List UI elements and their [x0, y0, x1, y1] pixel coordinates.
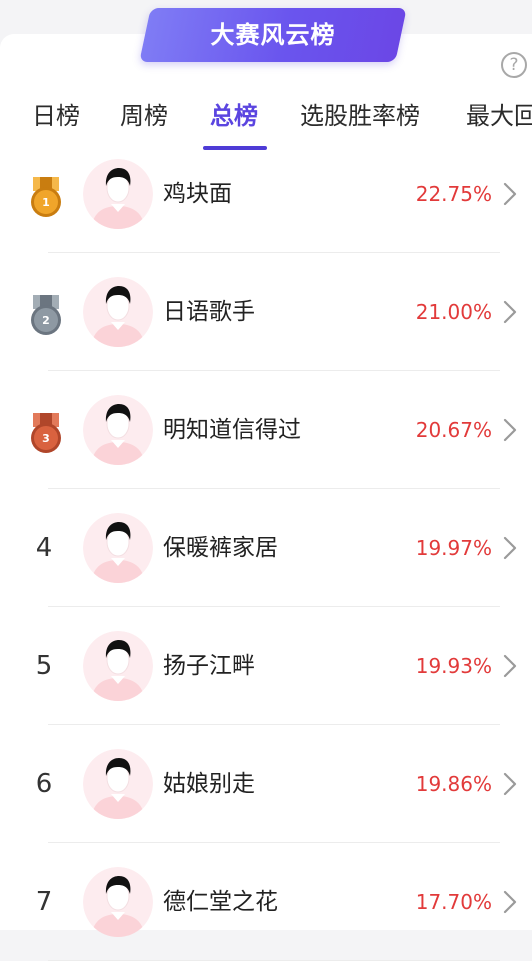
bronze-medal-icon: 3: [28, 411, 64, 455]
return-percentage: 19.93%: [415, 654, 492, 678]
avatar[interactable]: [83, 867, 153, 937]
avatar[interactable]: [83, 513, 153, 583]
tab-max-drawdown[interactable]: 最大回: [466, 96, 532, 142]
chevron-right-icon[interactable]: [503, 654, 517, 678]
active-tab-indicator: [203, 146, 267, 150]
svg-text:2: 2: [42, 314, 50, 327]
player-name: 德仁堂之花: [163, 889, 278, 915]
tab-daily[interactable]: 日榜: [32, 96, 80, 142]
rank-number: 6: [35, 769, 53, 799]
chevron-right-icon[interactable]: [503, 890, 517, 914]
player-name: 姑娘别走: [163, 771, 255, 797]
tab-overall[interactable]: 总榜: [210, 96, 258, 142]
return-percentage: 17.70%: [415, 890, 492, 914]
tab-weekly[interactable]: 周榜: [120, 96, 168, 142]
avatar[interactable]: [83, 395, 153, 465]
chevron-right-icon[interactable]: [503, 300, 517, 324]
return-percentage: 19.97%: [415, 536, 492, 560]
help-icon[interactable]: ?: [501, 52, 527, 78]
return-percentage: 19.86%: [415, 772, 492, 796]
return-percentage: 21.00%: [415, 300, 492, 324]
ranking-row[interactable]: 5 扬子江畔 19.93%: [0, 607, 532, 725]
chevron-right-icon[interactable]: [503, 772, 517, 796]
svg-text:3: 3: [42, 432, 50, 445]
player-name: 日语歌手: [163, 299, 255, 325]
rank-number: 5: [35, 651, 53, 681]
player-name: 扬子江畔: [163, 653, 255, 679]
ranking-row[interactable]: 2 日语歌手 21.00%: [0, 253, 532, 371]
banner-title: 大赛风云榜: [210, 21, 336, 49]
chevron-right-icon[interactable]: [503, 182, 517, 206]
return-percentage: 20.67%: [415, 418, 492, 442]
silver-medal-icon: 2: [28, 293, 64, 337]
ranking-row[interactable]: 6 姑娘别走 19.86%: [0, 725, 532, 843]
player-name: 明知道信得过: [163, 417, 301, 443]
ranking-row[interactable]: 3 明知道信得过 20.67%: [0, 371, 532, 489]
ranking-tabs: 日榜 周榜 总榜 选股胜率榜 最大回: [0, 96, 532, 154]
ranking-row[interactable]: 7 德仁堂之花 17.70%: [0, 843, 532, 961]
chevron-right-icon[interactable]: [503, 418, 517, 442]
rank-number: 7: [35, 887, 53, 917]
chevron-right-icon[interactable]: [503, 536, 517, 560]
player-name: 保暖裤家居: [163, 535, 278, 561]
ranking-row[interactable]: 4 保暖裤家居 19.97%: [0, 489, 532, 607]
gold-medal-icon: 1: [28, 175, 64, 219]
avatar[interactable]: [83, 159, 153, 229]
avatar[interactable]: [83, 277, 153, 347]
avatar[interactable]: [83, 749, 153, 819]
rank-number: 4: [35, 533, 53, 563]
avatar[interactable]: [83, 631, 153, 701]
svg-text:1: 1: [42, 196, 50, 209]
tab-win-rate[interactable]: 选股胜率榜: [300, 96, 420, 142]
